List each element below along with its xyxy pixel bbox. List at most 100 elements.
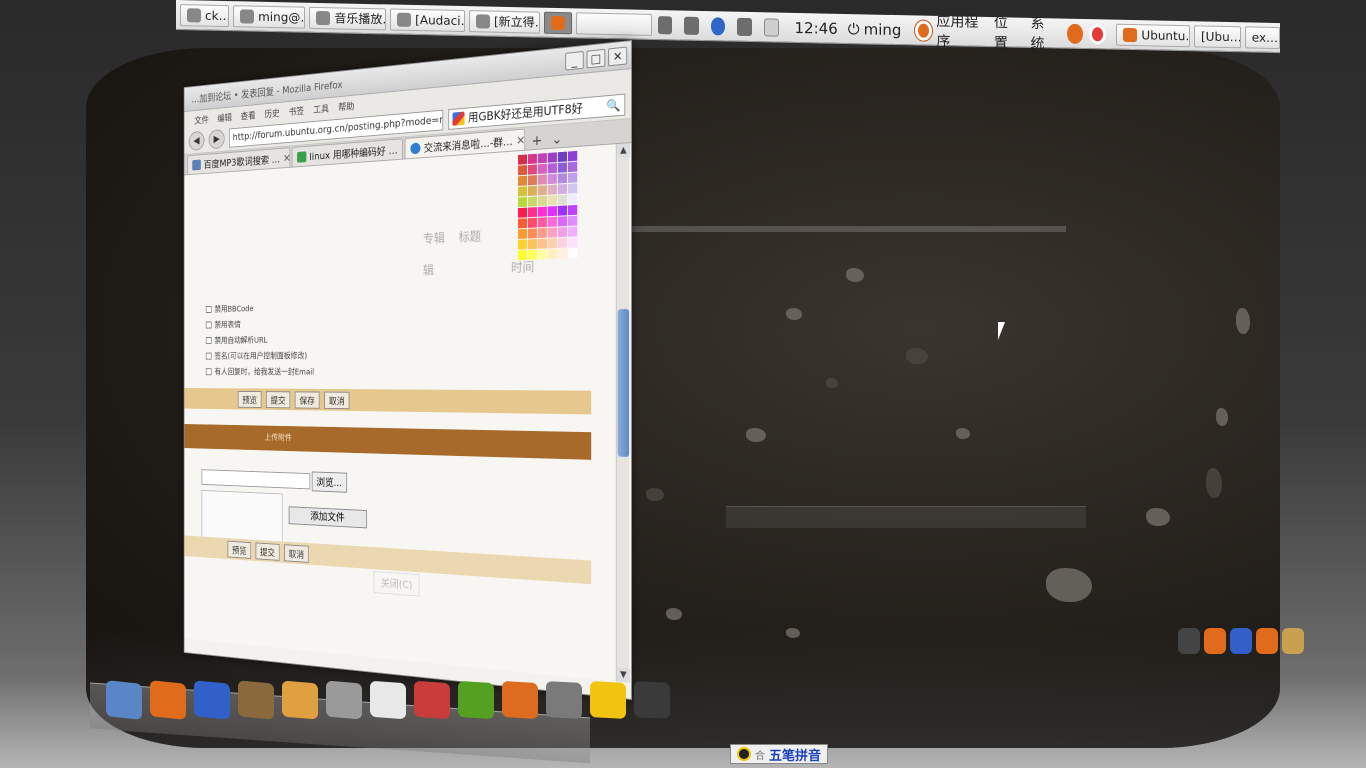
option-disable-bbcode[interactable]: 禁用BBCode: [205, 302, 253, 315]
color-swatch[interactable]: [537, 227, 547, 239]
taskbar-button[interactable]: Ubuntu…: [1116, 23, 1190, 47]
taskbar-button-firefox[interactable]: [543, 11, 573, 34]
color-swatch[interactable]: [567, 194, 578, 205]
google-icon[interactable]: [452, 111, 465, 126]
firefox-window[interactable]: …加到论坛 • 发表回复 - Mozilla Firefox _ □ ✕ 文件 …: [183, 40, 633, 700]
clock[interactable]: 12:46: [795, 18, 838, 37]
preview-button[interactable]: 预览: [227, 540, 252, 559]
forward-button[interactable]: ▶: [208, 128, 225, 149]
color-swatch[interactable]: [547, 195, 557, 206]
submit-button[interactable]: 提交: [266, 390, 291, 408]
mail-icon[interactable]: [194, 680, 230, 720]
color-swatch[interactable]: [557, 183, 568, 195]
color-swatch[interactable]: [527, 153, 537, 165]
color-swatch[interactable]: [518, 186, 528, 197]
color-swatch[interactable]: [547, 248, 557, 260]
terminal-icon[interactable]: [1178, 628, 1200, 654]
color-swatch[interactable]: [527, 217, 537, 228]
option-disable-smilies[interactable]: 禁用表情: [205, 318, 241, 330]
firefox-icon[interactable]: [1256, 628, 1278, 654]
color-swatch[interactable]: [557, 173, 568, 184]
checkbox[interactable]: [205, 336, 212, 344]
color-swatch[interactable]: [547, 184, 557, 195]
color-swatch[interactable]: [518, 228, 528, 239]
taskbar-button[interactable]: [新立得…: [468, 9, 540, 34]
disk-icon[interactable]: [326, 680, 362, 720]
taskbar-button[interactable]: ming@…: [233, 4, 306, 29]
close-icon[interactable]: ✕: [516, 133, 525, 147]
thunderbird-icon[interactable]: [1230, 628, 1252, 654]
input-method-bar[interactable]: 合 五笔拼音: [730, 744, 829, 764]
checkbox[interactable]: [205, 352, 212, 360]
ime-mode-label[interactable]: 五笔拼音: [769, 745, 821, 764]
menu-edit[interactable]: 编辑: [217, 110, 232, 124]
scroll-thumb[interactable]: [617, 309, 630, 457]
nautilus-icon[interactable]: [282, 680, 318, 720]
color-swatch[interactable]: [557, 248, 568, 259]
color-swatch[interactable]: [527, 185, 537, 196]
color-swatch[interactable]: [527, 207, 537, 218]
firefox-launcher-icon[interactable]: [1067, 23, 1084, 44]
color-swatch[interactable]: [567, 183, 578, 194]
taskbar-button[interactable]: [Ubu…: [1193, 24, 1241, 48]
color-swatch[interactable]: [547, 163, 557, 174]
color-swatch[interactable]: [557, 162, 568, 173]
cancel-button[interactable]: 取消: [284, 543, 309, 563]
checkbox[interactable]: [205, 305, 212, 313]
option-signature[interactable]: 签名(可以在用户控制面板修改): [205, 349, 307, 361]
color-swatch[interactable]: [537, 217, 547, 228]
color-swatch[interactable]: [547, 238, 557, 249]
close-button[interactable]: ✕: [608, 45, 628, 66]
folder-icon[interactable]: [1282, 628, 1304, 654]
checkbox[interactable]: [205, 367, 212, 375]
search-input[interactable]: 用GBK好还是用UTF8好: [468, 99, 583, 125]
menu-file[interactable]: 文件: [194, 112, 208, 126]
minimize-button[interactable]: _: [565, 50, 584, 71]
color-swatch[interactable]: [557, 216, 568, 227]
places-menu[interactable]: 位置: [994, 12, 1017, 52]
gvim-icon[interactable]: [458, 680, 494, 720]
color-swatch[interactable]: [537, 163, 547, 175]
system-menu[interactable]: 系统: [1030, 12, 1053, 52]
preview-button[interactable]: 预览: [237, 390, 262, 408]
color-swatch[interactable]: [547, 206, 557, 217]
trash-icon[interactable]: [546, 681, 582, 719]
color-swatch[interactable]: [527, 164, 537, 175]
taskbar-button[interactable]: ck…: [180, 3, 230, 27]
search-icon[interactable]: 🔍: [606, 98, 620, 113]
color-swatch[interactable]: [527, 196, 537, 207]
volume-icon[interactable]: [737, 17, 752, 36]
power-icon[interactable]: [634, 681, 670, 719]
add-file-button[interactable]: 添加文件: [288, 506, 368, 529]
color-swatch[interactable]: [547, 227, 557, 238]
menu-bookmarks[interactable]: 书签: [289, 103, 304, 117]
browse-button[interactable]: 浏览...: [311, 471, 347, 493]
new-tab-button[interactable]: +: [527, 133, 547, 150]
color-swatch[interactable]: [567, 215, 578, 226]
package-icon[interactable]: [414, 680, 450, 720]
color-swatch[interactable]: [527, 175, 537, 186]
option-disable-url[interactable]: 禁用自动解析URL: [205, 334, 267, 346]
close-icon[interactable]: ✕: [401, 142, 403, 156]
tab-list-button[interactable]: ⌄: [547, 131, 567, 148]
penguin-icon[interactable]: [737, 747, 751, 761]
taskbar-button-empty[interactable]: [576, 11, 652, 36]
color-swatch[interactable]: [518, 175, 528, 186]
amarok-icon[interactable]: [370, 680, 406, 720]
color-swatch[interactable]: [537, 174, 547, 185]
ime-lock-toggle[interactable]: 合: [755, 747, 765, 762]
color-swatch[interactable]: [518, 239, 528, 250]
color-swatch[interactable]: [537, 195, 547, 207]
color-swatch[interactable]: [518, 165, 528, 176]
signal-strength-icon[interactable]: [684, 16, 699, 35]
scroll-up-arrow-icon[interactable]: ▲: [616, 143, 631, 159]
save-button[interactable]: 保存: [294, 390, 320, 409]
color-swatch[interactable]: [527, 239, 537, 250]
color-swatch[interactable]: [547, 152, 557, 163]
color-swatch[interactable]: [567, 248, 578, 259]
applications-menu[interactable]: 应用程序: [915, 10, 979, 51]
scroll-down-arrow-icon[interactable]: ▼: [616, 667, 631, 683]
firefox-icon[interactable]: [150, 680, 186, 720]
usb-icon[interactable]: [657, 15, 673, 34]
close-dialog-button[interactable]: 关闭(C): [373, 570, 420, 597]
